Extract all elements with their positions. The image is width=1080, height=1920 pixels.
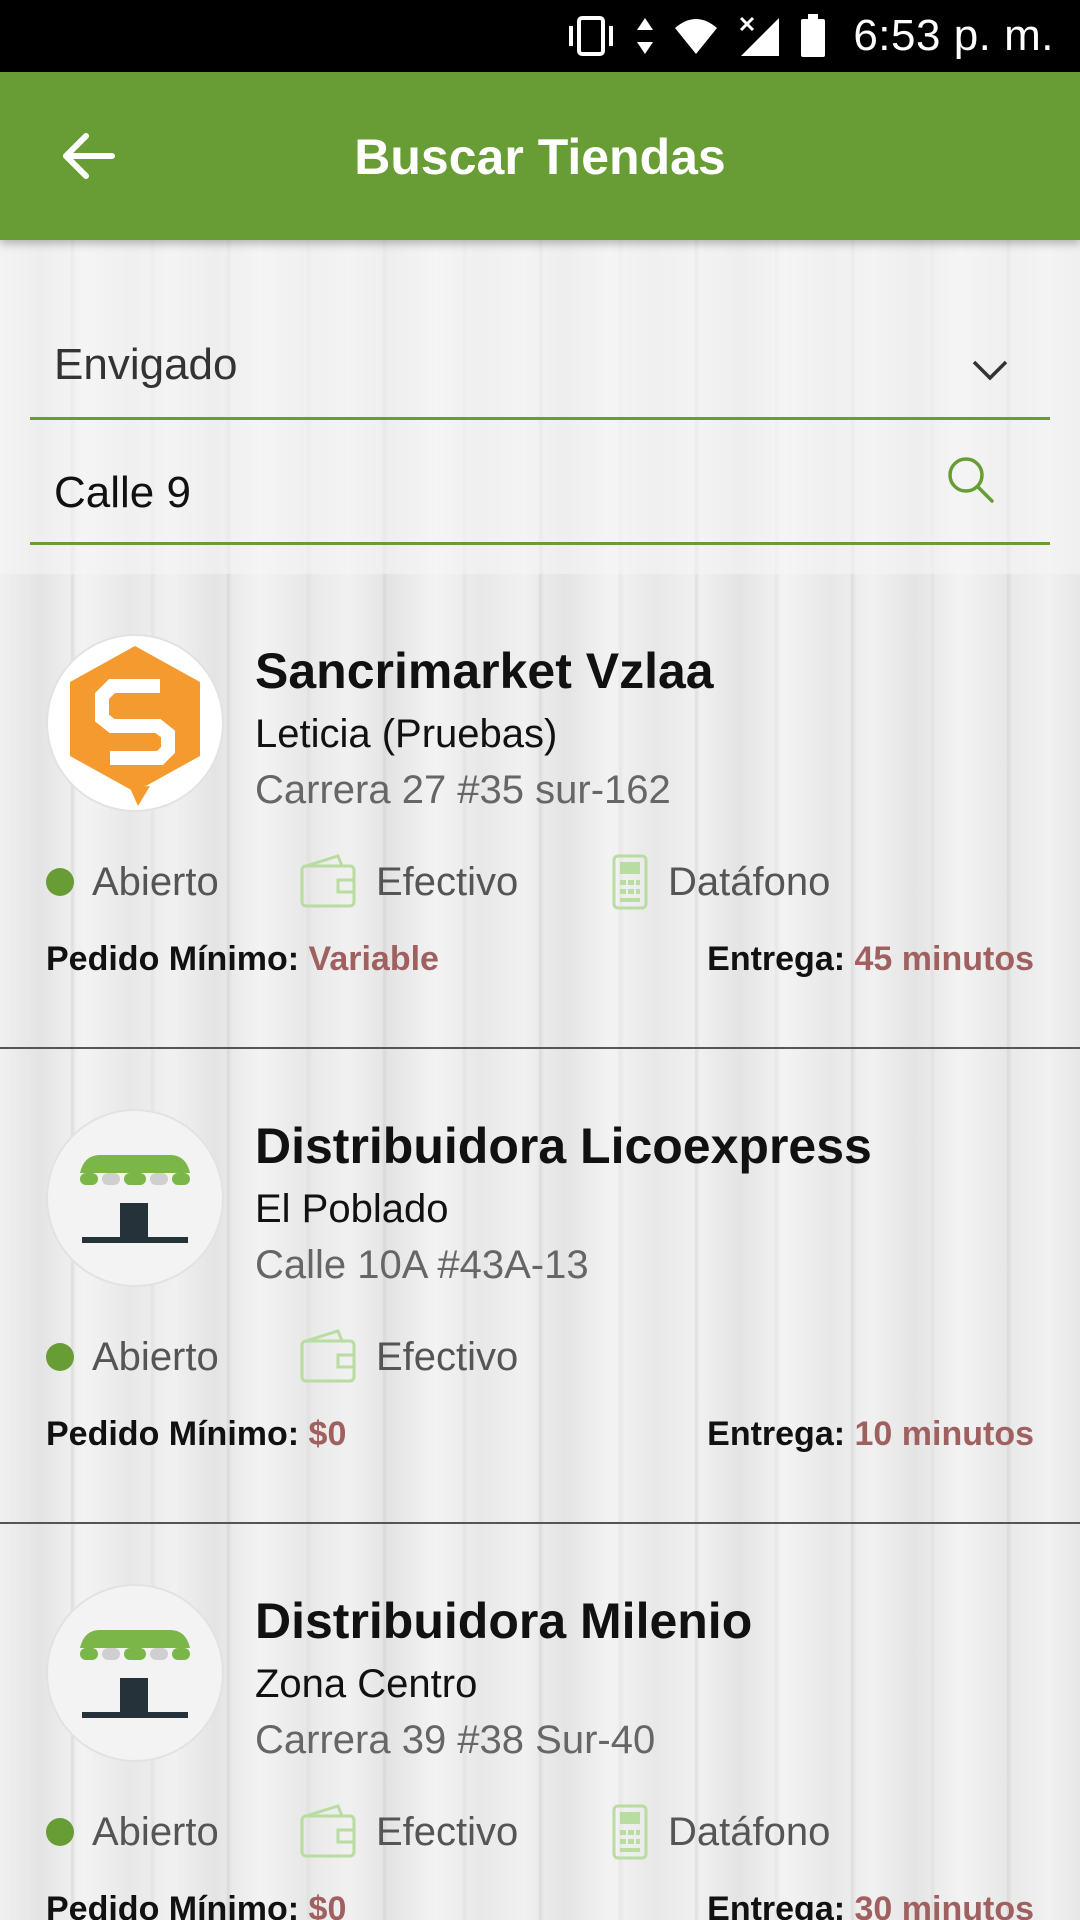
storefront-icon: [46, 1584, 224, 1762]
page-title: Buscar Tiendas: [354, 129, 726, 185]
store-name: Sancrimarket Vzlaa: [255, 643, 714, 699]
payment-card-chip: Datáfono: [610, 852, 830, 912]
min-order: Pedido Mínimo: Variable: [46, 940, 439, 979]
card-terminal-icon: [612, 854, 648, 910]
min-order: Pedido Mínimo: $0: [46, 1890, 346, 1920]
status-chip: Abierto: [46, 852, 219, 912]
delivery-value: 45 minutos: [854, 940, 1034, 978]
store-info-row: Pedido Mínimo: $0 Entrega: 10 minutos: [46, 1415, 1034, 1465]
min-order-value: $0: [308, 1415, 347, 1453]
battery-icon: [799, 13, 827, 59]
status-chip: Abierto: [46, 1327, 219, 1387]
payment-text: Efectivo: [376, 859, 519, 904]
delivery-time: Entrega: 45 minutos: [707, 940, 1034, 979]
store-address: Carrera 27 #35 sur-162: [255, 768, 671, 812]
filters-panel: Envigado: [0, 240, 1080, 574]
city-dropdown-value: Envigado: [54, 340, 238, 389]
payment-text: Efectivo: [376, 1809, 519, 1854]
status-text: Abierto: [92, 859, 219, 904]
payment-text: Datáfono: [668, 859, 831, 904]
status-text: Abierto: [92, 1334, 219, 1379]
store-address: Carrera 39 #38 Sur-40: [255, 1718, 656, 1762]
delivery-value: 10 minutos: [854, 1415, 1034, 1453]
wifi-icon: [673, 16, 719, 56]
store-zone: Zona Centro: [255, 1662, 478, 1706]
store-attributes: Abierto Efectivo Datáfono: [46, 852, 1046, 912]
payment-text: Efectivo: [376, 1334, 519, 1379]
store-name: Distribuidora Milenio: [255, 1593, 753, 1649]
city-dropdown[interactable]: Envigado: [30, 320, 1050, 420]
status-bar: 6:53 p. m.: [0, 0, 1080, 72]
min-order-value: $0: [308, 1890, 347, 1920]
store-list: Sancrimarket Vzlaa Leticia (Pruebas) Car…: [0, 574, 1080, 1920]
delivery-time: Entrega: 10 minutos: [707, 1415, 1034, 1454]
store-name: Distribuidora Licoexpress: [255, 1118, 872, 1174]
store-zone: Leticia (Pruebas): [255, 712, 558, 756]
wallet-icon: [300, 1329, 356, 1383]
search-bar: [30, 445, 1050, 545]
delivery-label: Entrega:: [707, 1415, 846, 1453]
card-terminal-icon: [612, 1804, 648, 1860]
chevron-down-icon: [970, 350, 1010, 395]
min-order: Pedido Mínimo: $0: [46, 1415, 346, 1454]
store-info-row: Pedido Mínimo: $0 Entrega: 30 minutos: [46, 1890, 1034, 1920]
status-text: Abierto: [92, 1809, 219, 1854]
status-chip: Abierto: [46, 1802, 219, 1862]
app-bar: Buscar Tiendas: [0, 72, 1080, 240]
min-order-label: Pedido Mínimo:: [46, 940, 300, 978]
data-arrows-icon: [635, 14, 655, 58]
search-input[interactable]: [54, 463, 914, 523]
payment-cash-chip: Efectivo: [298, 1802, 518, 1862]
min-order-value: Variable: [308, 940, 439, 978]
wallet-icon: [300, 854, 356, 908]
store-card[interactable]: Distribuidora Milenio Zona Centro Carrer…: [0, 1524, 1080, 1920]
min-order-label: Pedido Mínimo:: [46, 1890, 300, 1920]
status-time: 6:53 p. m.: [853, 11, 1054, 60]
store-attributes: Abierto Efectivo Datáfono: [46, 1802, 1046, 1862]
delivery-value: 30 minutos: [854, 1890, 1034, 1920]
store-info-row: Pedido Mínimo: Variable Entrega: 45 minu…: [46, 940, 1034, 990]
sancrimarket-logo: [46, 634, 224, 812]
min-order-label: Pedido Mínimo:: [46, 1415, 300, 1453]
payment-card-chip: Datáfono: [610, 1802, 830, 1862]
store-card[interactable]: Distribuidora Licoexpress El Poblado Cal…: [0, 1049, 1080, 1524]
store-address: Calle 10A #43A-13: [255, 1243, 589, 1287]
store-zone: El Poblado: [255, 1187, 449, 1231]
wallet-icon: [300, 1804, 356, 1858]
payment-cash-chip: Efectivo: [298, 1327, 518, 1387]
delivery-label: Entrega:: [707, 1890, 846, 1920]
status-dot-icon: [46, 868, 74, 896]
status-dot-icon: [46, 1343, 74, 1371]
cell-signal-icon: [737, 14, 781, 58]
store-card[interactable]: Sancrimarket Vzlaa Leticia (Pruebas) Car…: [0, 574, 1080, 1049]
vibrate-icon: [565, 14, 617, 58]
payment-cash-chip: Efectivo: [298, 852, 518, 912]
search-icon[interactable]: [944, 453, 1000, 514]
storefront-icon: [46, 1109, 224, 1287]
status-dot-icon: [46, 1818, 74, 1846]
delivery-time: Entrega: 30 minutos: [707, 1890, 1034, 1920]
store-attributes: Abierto Efectivo: [46, 1327, 1046, 1387]
delivery-label: Entrega:: [707, 940, 846, 978]
payment-text: Datáfono: [668, 1809, 831, 1854]
